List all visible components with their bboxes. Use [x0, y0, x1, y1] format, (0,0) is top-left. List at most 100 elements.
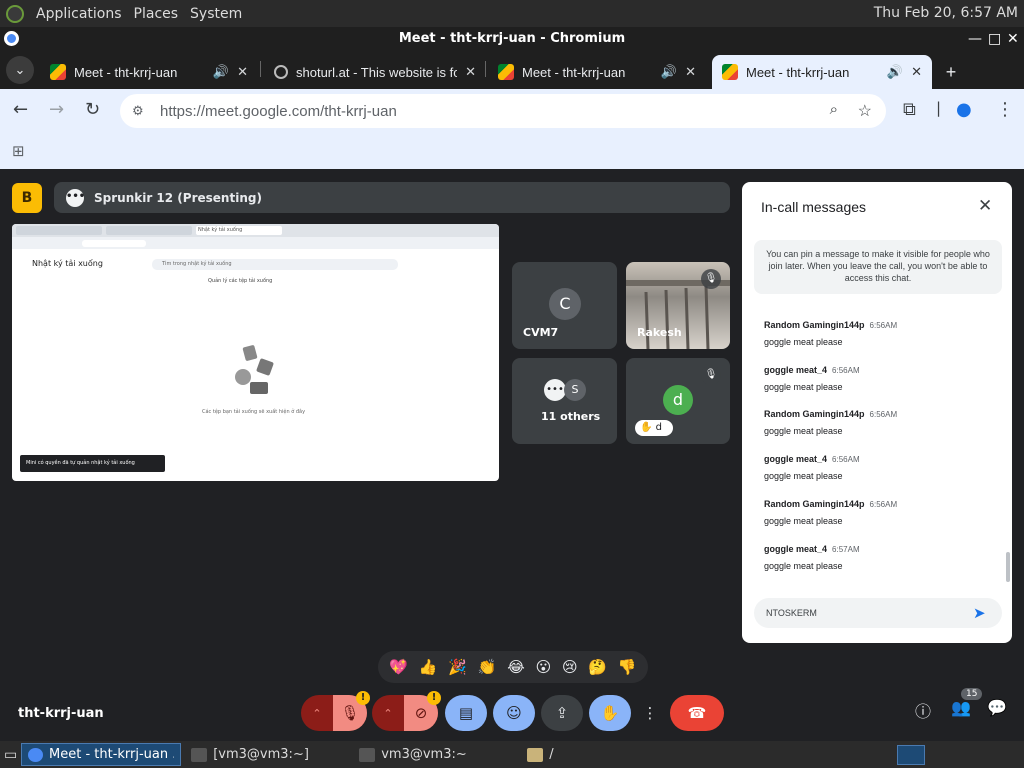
chat-scrollbar[interactable]	[1006, 552, 1010, 582]
message-time: 6:56AM	[869, 500, 898, 509]
shared-screen[interactable]: Nhật ký tải xuống Nhật ký tải xuống Tìm …	[12, 224, 499, 481]
chat-message: goggle meat_4 6:56AM goggle meat please	[764, 362, 860, 392]
menu-system[interactable]: System	[190, 6, 242, 22]
reload-icon[interactable]: ↻	[85, 99, 100, 120]
avatar: d	[663, 385, 693, 415]
tab-search-button[interactable]: ⌄	[6, 56, 34, 84]
meeting-info-icon[interactable]: ⓘ	[915, 698, 931, 722]
message-time: 6:57AM	[832, 545, 860, 554]
send-icon[interactable]: ➤	[973, 604, 986, 622]
extensions-icon[interactable]: ⧉	[903, 99, 916, 120]
more-menu-icon[interactable]: ⋮	[996, 99, 1014, 120]
chat-input[interactable]: NTOSKERM	[754, 598, 1002, 628]
chat-icon[interactable]: 💬	[987, 698, 1007, 717]
more-options-button[interactable]: ⋮	[637, 695, 663, 731]
participant-tile-d[interactable]: 🎙 d ✋ d	[626, 358, 730, 444]
taskbar-item-terminal-2[interactable]: vm3@vm3:~	[353, 743, 517, 766]
present-screen-icon: ⇪	[555, 704, 569, 722]
present-button[interactable]: ⇪	[541, 695, 583, 731]
show-desktop-icon[interactable]: ▭	[4, 747, 17, 763]
terminal-icon	[359, 747, 376, 762]
menu-places[interactable]: Places	[134, 6, 179, 22]
url-host: https://meet.google.com/	[160, 102, 325, 120]
new-tab-button[interactable]: +	[938, 55, 964, 89]
reaction-thinking[interactable]: 🤔	[588, 658, 607, 676]
tab-shoturl[interactable]: shoturl.at - This website is for sale ✕	[264, 55, 486, 89]
more-dots-icon: •••	[544, 379, 566, 401]
minimize-icon[interactable]: —	[968, 27, 982, 51]
participant-tile-rakesh[interactable]: 🎙 Rakesh	[626, 262, 730, 349]
mic-off-icon: 🎙	[701, 365, 721, 385]
chat-message: goggle meat_4 6:56AM goggle meat please	[764, 451, 860, 481]
downloads-illustration-icon	[235, 345, 274, 394]
menu-applications[interactable]: Applications	[36, 6, 122, 22]
participant-tile-others[interactable]: ••• S 11 others	[512, 358, 617, 444]
applications-logo-icon[interactable]	[6, 4, 24, 23]
bookmark-star-icon[interactable]: ☆	[858, 101, 872, 121]
more-vert-icon: ⋮	[642, 704, 658, 722]
leave-call-button[interactable]: ☎	[670, 695, 724, 731]
tab-strip: ⌄ Meet - tht-krrj-uan 🔊 ✕ shoturl.at - T…	[0, 51, 1024, 89]
tab-meet-1[interactable]: Meet - tht-krrj-uan 🔊 ✕	[40, 55, 258, 89]
emoji-icon: ☺	[506, 704, 522, 722]
speaker-icon[interactable]: 🔊	[887, 64, 903, 80]
message-sender: Random Gamingin144p	[764, 320, 865, 330]
people-icon[interactable]: 👥	[951, 698, 971, 717]
message-sender: goggle meat_4	[764, 454, 828, 464]
participant-tile-cvm7[interactable]: C CVM7	[512, 262, 617, 349]
os-taskbar: ▭ Meet - tht-krrj-uan ... [vm3@vm3:~] vm…	[0, 741, 1024, 768]
taskbar-item-folder[interactable]: /	[521, 743, 685, 766]
reaction-laugh[interactable]: 😂	[507, 658, 525, 676]
reaction-thumbs-up[interactable]: 👍	[419, 658, 438, 676]
address-bar[interactable]: ⚙ https://meet.google.com/tht-krrj-uan ⌕…	[120, 94, 886, 128]
raise-hand-button[interactable]: ✋	[589, 695, 631, 731]
close-window-icon[interactable]: ✕	[1007, 27, 1019, 51]
forward-arrow-icon[interactable]: →	[49, 99, 64, 120]
shared-note: Quản lý các tệp tải xuống	[208, 278, 273, 284]
captions-icon: ▤	[458, 704, 474, 722]
workspace-switcher[interactable]	[897, 745, 925, 765]
zoom-icon[interactable]: ⌕	[830, 101, 838, 118]
close-tab-icon[interactable]: ✕	[911, 64, 922, 80]
message-text: goggle meat please	[764, 471, 843, 481]
reaction-thumbs-down[interactable]: 👎	[618, 658, 637, 676]
shared-address-row	[12, 237, 499, 249]
shared-tab-strip: Nhật ký tải xuống	[12, 224, 499, 237]
close-tab-icon[interactable]: ✕	[465, 64, 476, 80]
taskbar-label: vm3@vm3:~	[381, 747, 467, 762]
reaction-party[interactable]: 🎉	[448, 658, 467, 676]
reaction-sad[interactable]: 😢	[562, 658, 578, 676]
back-arrow-icon[interactable]: ←	[13, 99, 28, 120]
chromium-icon	[28, 747, 43, 762]
close-tab-icon[interactable]: ✕	[237, 64, 248, 80]
tab-meet-3[interactable]: Meet - tht-krrj-uan 🔊 ✕	[488, 55, 706, 89]
toolbar-divider: |	[936, 99, 942, 117]
close-chat-icon[interactable]: ✕	[978, 196, 992, 216]
taskbar-item-terminal-1[interactable]: [vm3@vm3:~]	[185, 743, 349, 766]
maximize-icon[interactable]: □	[988, 27, 1001, 51]
shared-empty-message: Các tệp bạn tải xuống sẽ xuất hiện ở đây	[202, 409, 306, 415]
taskbar-item-meet[interactable]: Meet - tht-krrj-uan ...	[21, 743, 182, 766]
reaction-heart[interactable]: 💖	[389, 658, 408, 676]
mic-off-icon: 🎙	[701, 269, 721, 289]
reaction-surprised[interactable]: 😮	[536, 658, 552, 676]
speaker-icon[interactable]: 🔊	[661, 64, 677, 80]
plus-icon: +	[945, 61, 957, 82]
taskbar-label: [vm3@vm3:~]	[213, 747, 309, 762]
camera-options-chevron-icon[interactable]: ⌃	[372, 695, 404, 731]
clock[interactable]: Thu Feb 20, 6:57 AM	[874, 5, 1018, 21]
shared-tab: Nhật ký tải xuống	[196, 226, 282, 235]
speaker-icon[interactable]: 🔊	[213, 64, 229, 80]
site-info-icon[interactable]: ⚙	[132, 103, 152, 119]
tab-meet-active[interactable]: Meet - tht-krrj-uan 🔊 ✕	[712, 55, 932, 89]
emoji-button[interactable]: ☺	[493, 695, 535, 731]
reaction-clap[interactable]: 👏	[478, 658, 497, 676]
message-text: goggle meat please	[764, 561, 843, 571]
mic-options-chevron-icon[interactable]: ⌃	[301, 695, 333, 731]
message-text: goggle meat please	[764, 382, 843, 392]
captions-button[interactable]: ▤	[445, 695, 487, 731]
apps-grid-icon[interactable]: ⊞	[12, 142, 25, 160]
hand-icon: ✋	[600, 704, 620, 722]
profile-icon[interactable]: ●	[956, 99, 972, 120]
close-tab-icon[interactable]: ✕	[685, 64, 696, 80]
